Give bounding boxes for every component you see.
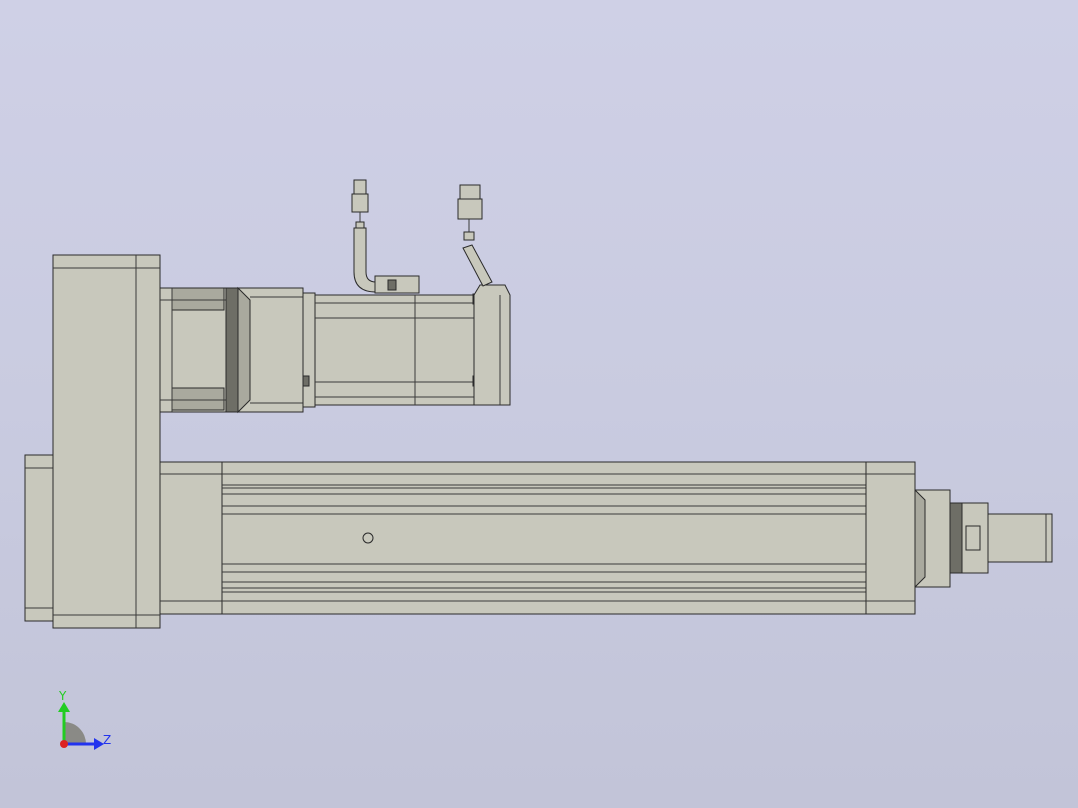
y-axis-label: Y [58, 689, 67, 703]
output-rod[interactable] [914, 488, 1053, 589]
servo-motor[interactable] [302, 284, 511, 408]
actuator-body[interactable] [159, 461, 916, 615]
view-orientation-triad[interactable]: Y Z [58, 689, 111, 750]
cad-graphics-viewport[interactable]: Y Z [0, 0, 1078, 808]
x-axis-point [60, 740, 68, 748]
power-cable-connector[interactable] [351, 179, 420, 294]
z-axis-label: Z [103, 733, 111, 747]
triad-plane-shade [64, 722, 86, 744]
motor-adapter[interactable] [159, 286, 304, 414]
y-axis-arrowhead [58, 702, 70, 712]
belt-housing[interactable] [24, 254, 161, 629]
encoder-cable-connector[interactable] [457, 184, 493, 287]
cad-model-drawing[interactable]: Y Z [0, 0, 1078, 808]
